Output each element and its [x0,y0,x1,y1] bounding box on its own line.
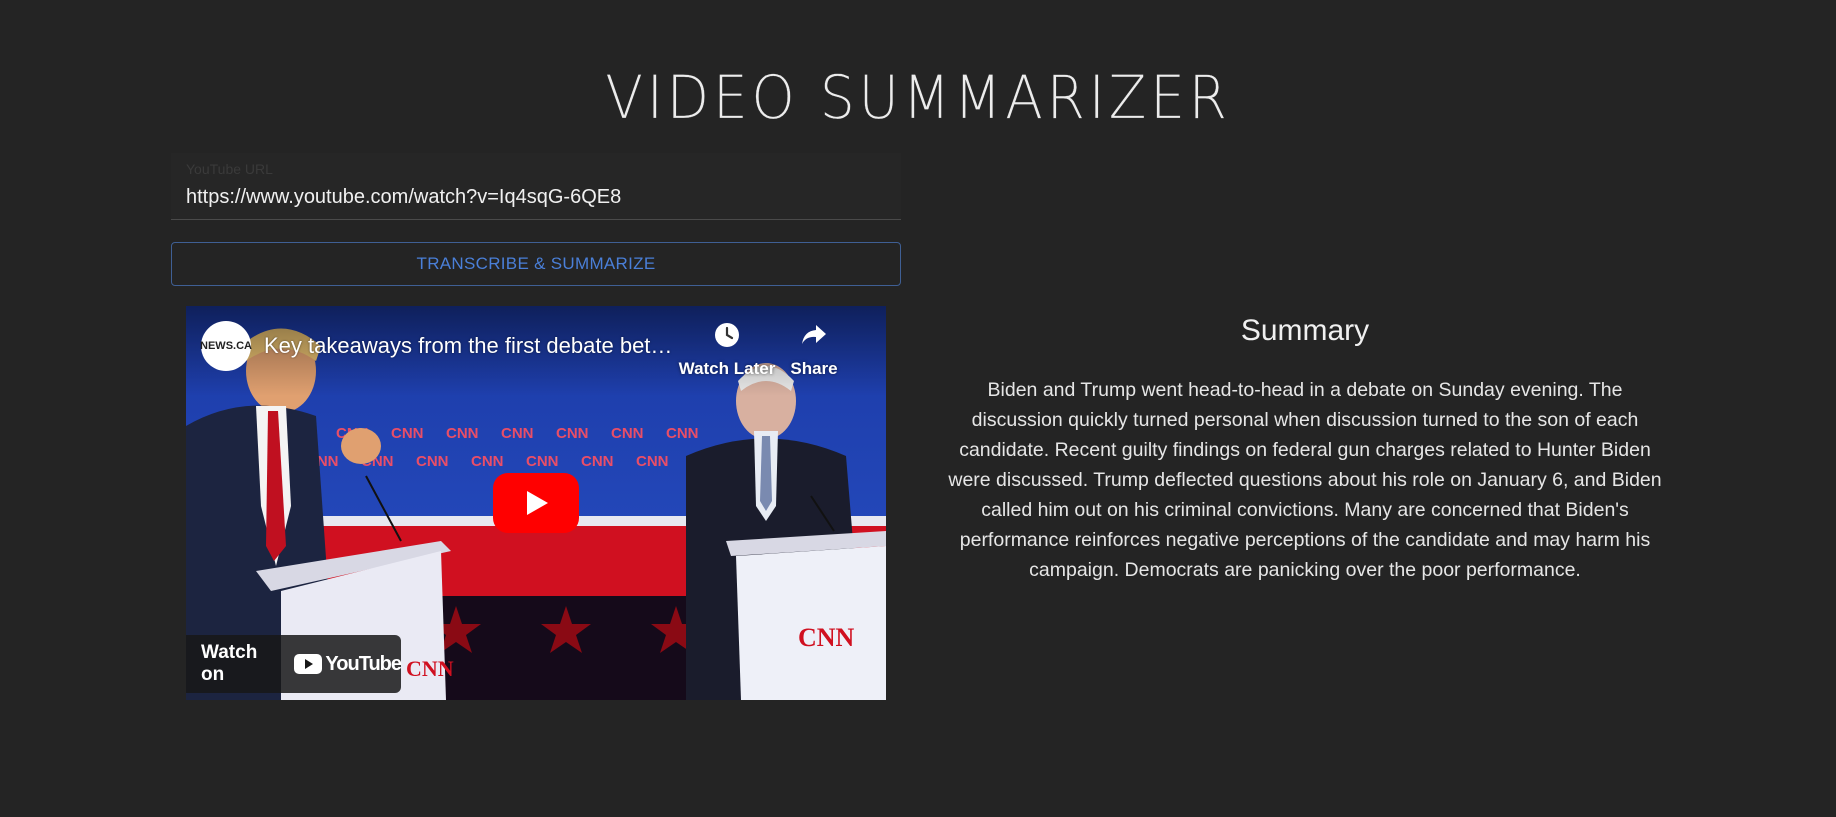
watch-on-youtube-button[interactable]: Watch on YouTube [186,635,402,693]
channel-logo-text: NEWS.CA [200,340,252,352]
watch-on-label: Watch on [201,642,258,685]
share-button[interactable]: Share [784,322,844,379]
backdrop-logo: CNN [471,453,504,470]
summary-text: Biden and Trump went head-to-head in a d… [948,379,1662,581]
backdrop-logo: CNN [526,453,559,470]
backdrop-logo: CNN [446,425,479,442]
podium-logo: CNN [798,623,855,652]
backdrop-logo: CNN [416,453,449,470]
youtube-play-icon [294,654,323,674]
backdrop-logo: CNN [581,453,614,470]
backdrop-logo: CNN [666,425,699,442]
play-button-icon[interactable] [493,473,579,533]
backdrop-logo: CNN [501,425,534,442]
youtube-url-field[interactable]: YouTube URL [171,153,901,220]
youtube-url-input[interactable] [185,183,876,211]
backdrop-logo: CNN [556,425,589,442]
youtube-logo: YouTube [294,652,402,676]
video-player[interactable]: CNN CNN CNN CNN CNN CNN CNN CNN CNN CNN … [186,306,886,700]
youtube-url-label: YouTube URL [186,161,273,177]
clock-icon [715,323,739,347]
app-title: VIDEO SUMMARIZER [605,63,1231,133]
summary-heading: Summary [1240,314,1370,347]
app-page: VIDEO SUMMARIZER YouTube URL TRANSCRIBE … [0,0,1836,817]
podium-logo: CNN [406,656,454,681]
youtube-logo-text: YouTube [325,652,402,675]
watch-later-button[interactable]: Watch Later [677,322,777,379]
backdrop-logo: CNN [611,425,644,442]
backdrop-logo: CNN [636,453,669,470]
watch-later-label: Watch Later [678,359,776,378]
channel-avatar[interactable]: NEWS.CA [200,321,252,371]
share-arrow-icon [802,325,826,344]
share-label: Share [790,359,838,378]
video-title[interactable]: Key takeaways from the first debate betw… [264,333,684,359]
backdrop-logo: CNN [391,425,424,442]
transcribe-summarize-button[interactable]: TRANSCRIBE & SUMMARIZE [171,242,901,286]
